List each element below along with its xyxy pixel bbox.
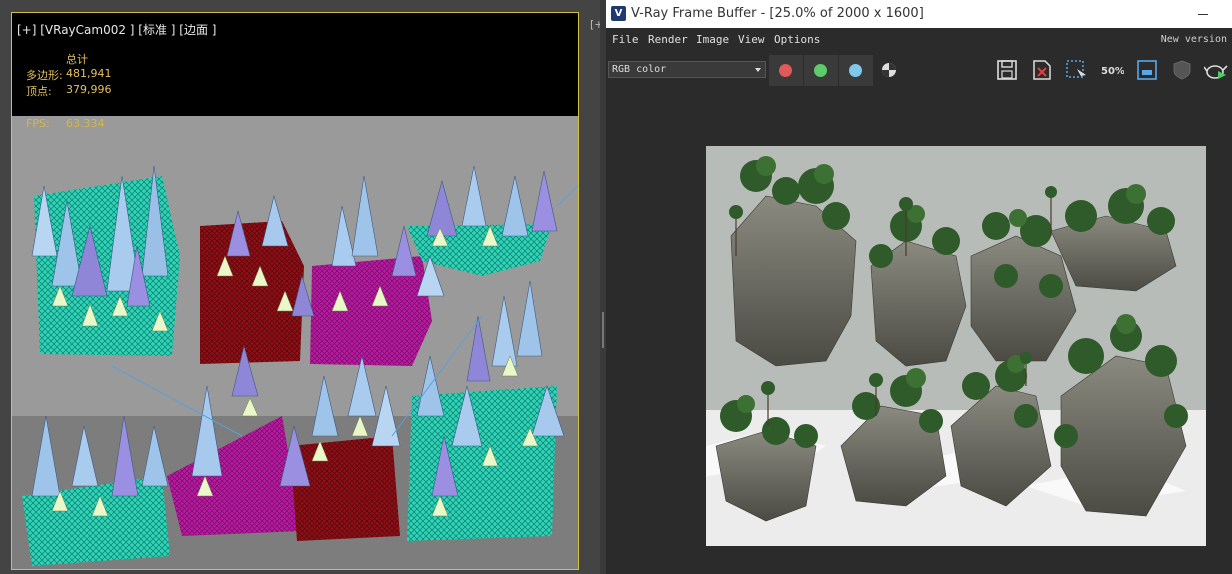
toolbar: RGB color 50% xyxy=(606,52,1232,88)
vray-frame-buffer-window: V V-Ray Frame Buffer - [25.0% of 2000 x … xyxy=(606,0,1232,574)
polygons-label: 多边形: xyxy=(26,69,63,82)
vertices-value: 379,996 xyxy=(66,83,112,96)
polygons-value: 481,941 xyxy=(66,67,112,80)
vray-logo-icon: V xyxy=(611,6,626,21)
fps-value: 63.334 xyxy=(66,117,105,130)
blue-dot-icon xyxy=(849,64,862,77)
region-render-icon[interactable] xyxy=(1065,59,1089,81)
clear-image-icon[interactable] xyxy=(1030,59,1054,81)
menu-image[interactable]: Image xyxy=(696,33,729,46)
track-mouse-icon[interactable] xyxy=(1135,59,1159,81)
menu-bar: File Render Image View Options New versi… xyxy=(606,28,1232,50)
red-dot-icon xyxy=(779,64,792,77)
max-viewport-panel: [+] [VRayCam002 ] [标准 ] [边面 ] 总计 多边形: 48… xyxy=(0,0,604,574)
zoom-percent-text: 50% xyxy=(1101,66,1124,77)
render-teapot-icon[interactable] xyxy=(1204,59,1228,81)
green-channel-button[interactable] xyxy=(804,55,838,86)
green-dot-icon xyxy=(814,64,827,77)
stats-header: 总计 xyxy=(66,53,88,66)
new-version-link[interactable]: New version xyxy=(1161,34,1227,45)
menu-render[interactable]: Render xyxy=(648,33,688,46)
menu-view[interactable]: View xyxy=(738,33,765,46)
splitter-grip[interactable] xyxy=(602,312,604,348)
blue-channel-button[interactable] xyxy=(839,55,873,86)
perspective-viewport[interactable]: [+] [VRayCam002 ] [标准 ] [边面 ] 总计 多边形: 48… xyxy=(11,12,579,570)
viewport-stats-overlay: [+] [VRayCam002 ] [标准 ] [边面 ] 总计 多边形: 48… xyxy=(12,13,578,116)
save-icon[interactable] xyxy=(995,59,1019,81)
menu-file[interactable]: File xyxy=(612,33,639,46)
zoom-percent-icon[interactable]: 50% xyxy=(1100,59,1124,81)
window-titlebar: V V-Ray Frame Buffer - [25.0% of 2000 x … xyxy=(606,0,1232,28)
channel-select[interactable]: RGB color xyxy=(608,61,766,78)
alpha-channel-icon[interactable] xyxy=(877,59,901,81)
vertices-label: 顶点: xyxy=(26,85,52,98)
minimize-button[interactable] xyxy=(1198,14,1208,15)
menu-options[interactable]: Options xyxy=(774,33,820,46)
fps-label: FPS: xyxy=(26,117,50,130)
rendered-image xyxy=(706,146,1206,546)
channel-select-value: RGB color xyxy=(612,64,667,75)
red-channel-button[interactable] xyxy=(769,55,803,86)
window-title: V-Ray Frame Buffer - [25.0% of 2000 x 16… xyxy=(631,6,924,21)
chevron-down-icon xyxy=(755,68,761,72)
lock-shield-icon[interactable] xyxy=(1170,59,1194,81)
viewport-label-menu[interactable]: [+] [VRayCam002 ] [标准 ] [边面 ] xyxy=(17,21,216,38)
viewport-scene[interactable] xyxy=(12,116,578,570)
